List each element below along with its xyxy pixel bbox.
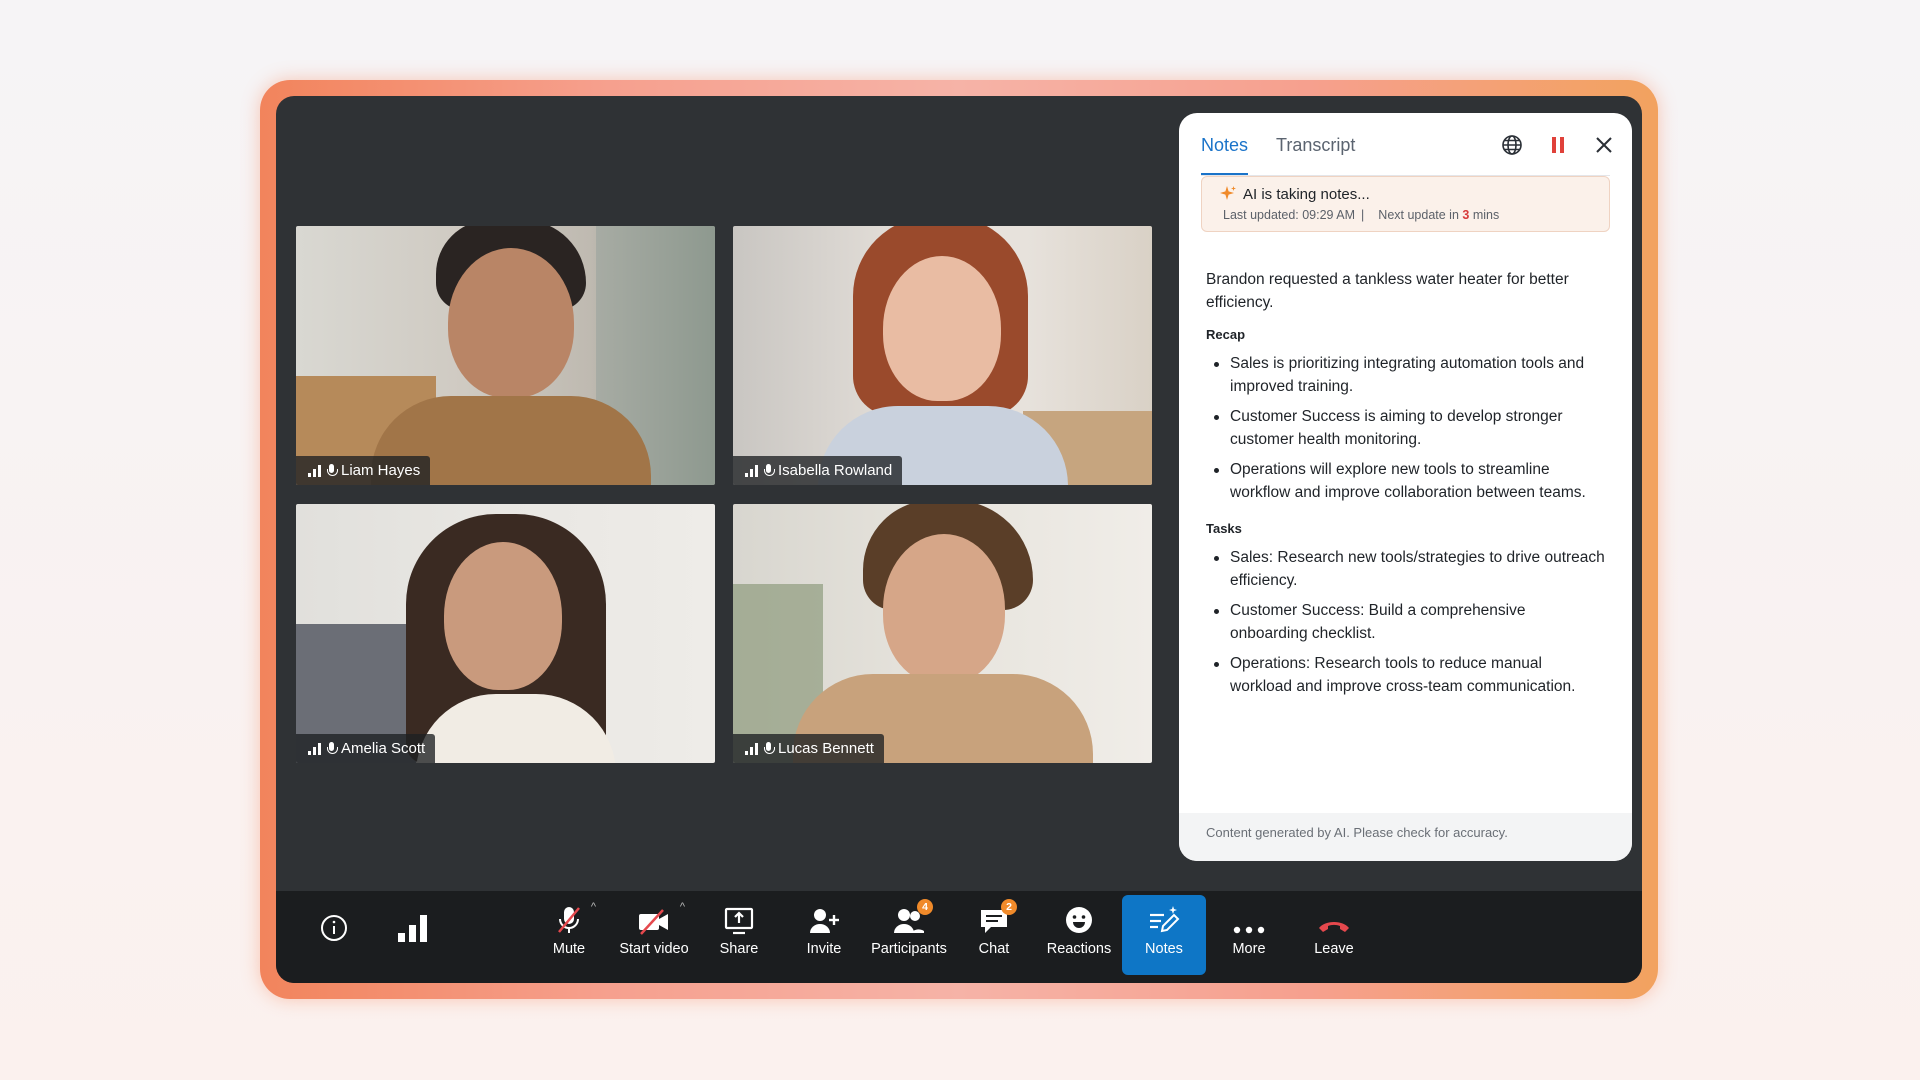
chevron-up-icon[interactable]: ^ (591, 901, 596, 913)
share-screen-icon (724, 907, 754, 935)
notes-content: Brandon requested a tankless water heate… (1206, 268, 1606, 705)
video-tile[interactable]: Liam Hayes (296, 226, 715, 485)
participant-nameplate: Lucas Bennett (733, 734, 884, 763)
signal-icon (308, 464, 321, 477)
list-item: Sales: Research new tools/strategies to … (1206, 546, 1606, 592)
invite-label: Invite (806, 941, 842, 957)
participant-nameplate: Isabella Rowland (733, 456, 903, 485)
ai-status-banner: AI is taking notes... Last updated: 09:2… (1201, 176, 1610, 232)
participants-button[interactable]: 4 Participants (867, 895, 951, 975)
leave-label: Leave (1314, 941, 1354, 957)
last-updated: Last updated: 09:29 AM (1223, 208, 1356, 222)
signal-icon (308, 742, 321, 755)
list-item: Customer Success: Build a comprehensive … (1206, 599, 1606, 645)
microphone-icon (763, 741, 775, 756)
share-label: Share (719, 941, 759, 957)
more-button[interactable]: More (1207, 895, 1291, 975)
chevron-up-icon[interactable]: ^ (680, 901, 685, 913)
invite-button[interactable]: Invite (782, 895, 866, 975)
close-icon[interactable] (1592, 133, 1616, 157)
share-button[interactable]: Share (697, 895, 781, 975)
chat-button[interactable]: 2 Chat (952, 895, 1036, 975)
signal-icon (745, 464, 758, 477)
app-frame: Liam Hayes Isabella Rowland Amelia Scott… (260, 80, 1658, 999)
microphone-icon (326, 741, 338, 756)
notes-label: Notes (1145, 941, 1183, 957)
add-user-icon (810, 909, 839, 933)
microphone-icon (326, 463, 338, 478)
list-item: Operations: Research tools to reduce man… (1206, 652, 1606, 698)
list-item: Operations will explore new tools to str… (1206, 458, 1606, 504)
video-off-icon (639, 909, 668, 935)
notes-button[interactable]: Notes (1122, 895, 1206, 975)
chat-count-badge: 2 (1001, 899, 1017, 915)
participant-name: Lucas Bennett (778, 740, 874, 757)
signal-icon (745, 742, 758, 755)
notes-panel: Notes Transcript AI is taking notes... L… (1179, 113, 1632, 861)
smiley-icon (1066, 907, 1092, 933)
start-video-label: Start video (619, 941, 689, 957)
participant-name: Liam Hayes (341, 462, 421, 479)
participant-name: Amelia Scott (341, 740, 426, 757)
reactions-label: Reactions (1046, 941, 1112, 957)
chat-label: Chat (978, 941, 1010, 957)
recap-heading: Recap (1206, 327, 1246, 342)
video-tile[interactable]: Isabella Rowland (733, 226, 1152, 485)
info-icon[interactable] (320, 914, 348, 947)
connection-stats-icon[interactable] (396, 913, 430, 948)
video-tile[interactable]: Amelia Scott (296, 504, 715, 763)
video-tile[interactable]: Lucas Bennett (733, 504, 1152, 763)
more-label: More (1232, 941, 1266, 957)
leave-button[interactable]: Leave (1292, 895, 1376, 975)
list-item: Customer Success is aiming to develop st… (1206, 405, 1606, 451)
participants-count-badge: 4 (917, 899, 933, 915)
list-item: Sales is prioritizing integrating automa… (1206, 352, 1606, 398)
more-dots-icon (1233, 926, 1265, 934)
panel-actions (1500, 133, 1616, 157)
mic-muted-icon (558, 907, 580, 933)
reactions-button[interactable]: Reactions (1037, 895, 1121, 975)
tab-transcript[interactable]: Transcript (1276, 133, 1355, 175)
hang-up-icon (1319, 922, 1349, 932)
sparkle-icon (1220, 186, 1236, 200)
pause-icon[interactable] (1546, 133, 1570, 157)
next-update-minutes: 3 (1462, 208, 1470, 222)
participant-nameplate: Amelia Scott (296, 734, 436, 763)
ai-disclaimer: Content generated by AI. Please check fo… (1179, 813, 1632, 861)
participants-label: Participants (871, 941, 947, 957)
recap-list: Sales is prioritizing integrating automa… (1206, 352, 1606, 504)
mute-label: Mute (552, 941, 586, 957)
meeting-toolbar: ^ Mute ^ Start video Share Invite 4 Part… (276, 891, 1642, 983)
panel-tabs: Notes Transcript (1201, 133, 1355, 175)
mute-button[interactable]: ^ Mute (527, 895, 611, 975)
tasks-heading: Tasks (1206, 521, 1242, 536)
tab-notes[interactable]: Notes (1201, 133, 1249, 175)
start-video-button[interactable]: ^ Start video (612, 895, 696, 975)
participant-name: Isabella Rowland (778, 462, 893, 479)
participant-nameplate: Liam Hayes (296, 456, 431, 485)
ai-notes-icon (1150, 906, 1180, 933)
tasks-list: Sales: Research new tools/strategies to … (1206, 546, 1606, 698)
ai-status-title: AI is taking notes... (1243, 185, 1370, 203)
notes-intro: Brandon requested a tankless water heate… (1206, 271, 1569, 311)
microphone-icon (763, 463, 775, 478)
meeting-window: Liam Hayes Isabella Rowland Amelia Scott… (276, 96, 1642, 983)
globe-icon[interactable] (1500, 133, 1524, 157)
